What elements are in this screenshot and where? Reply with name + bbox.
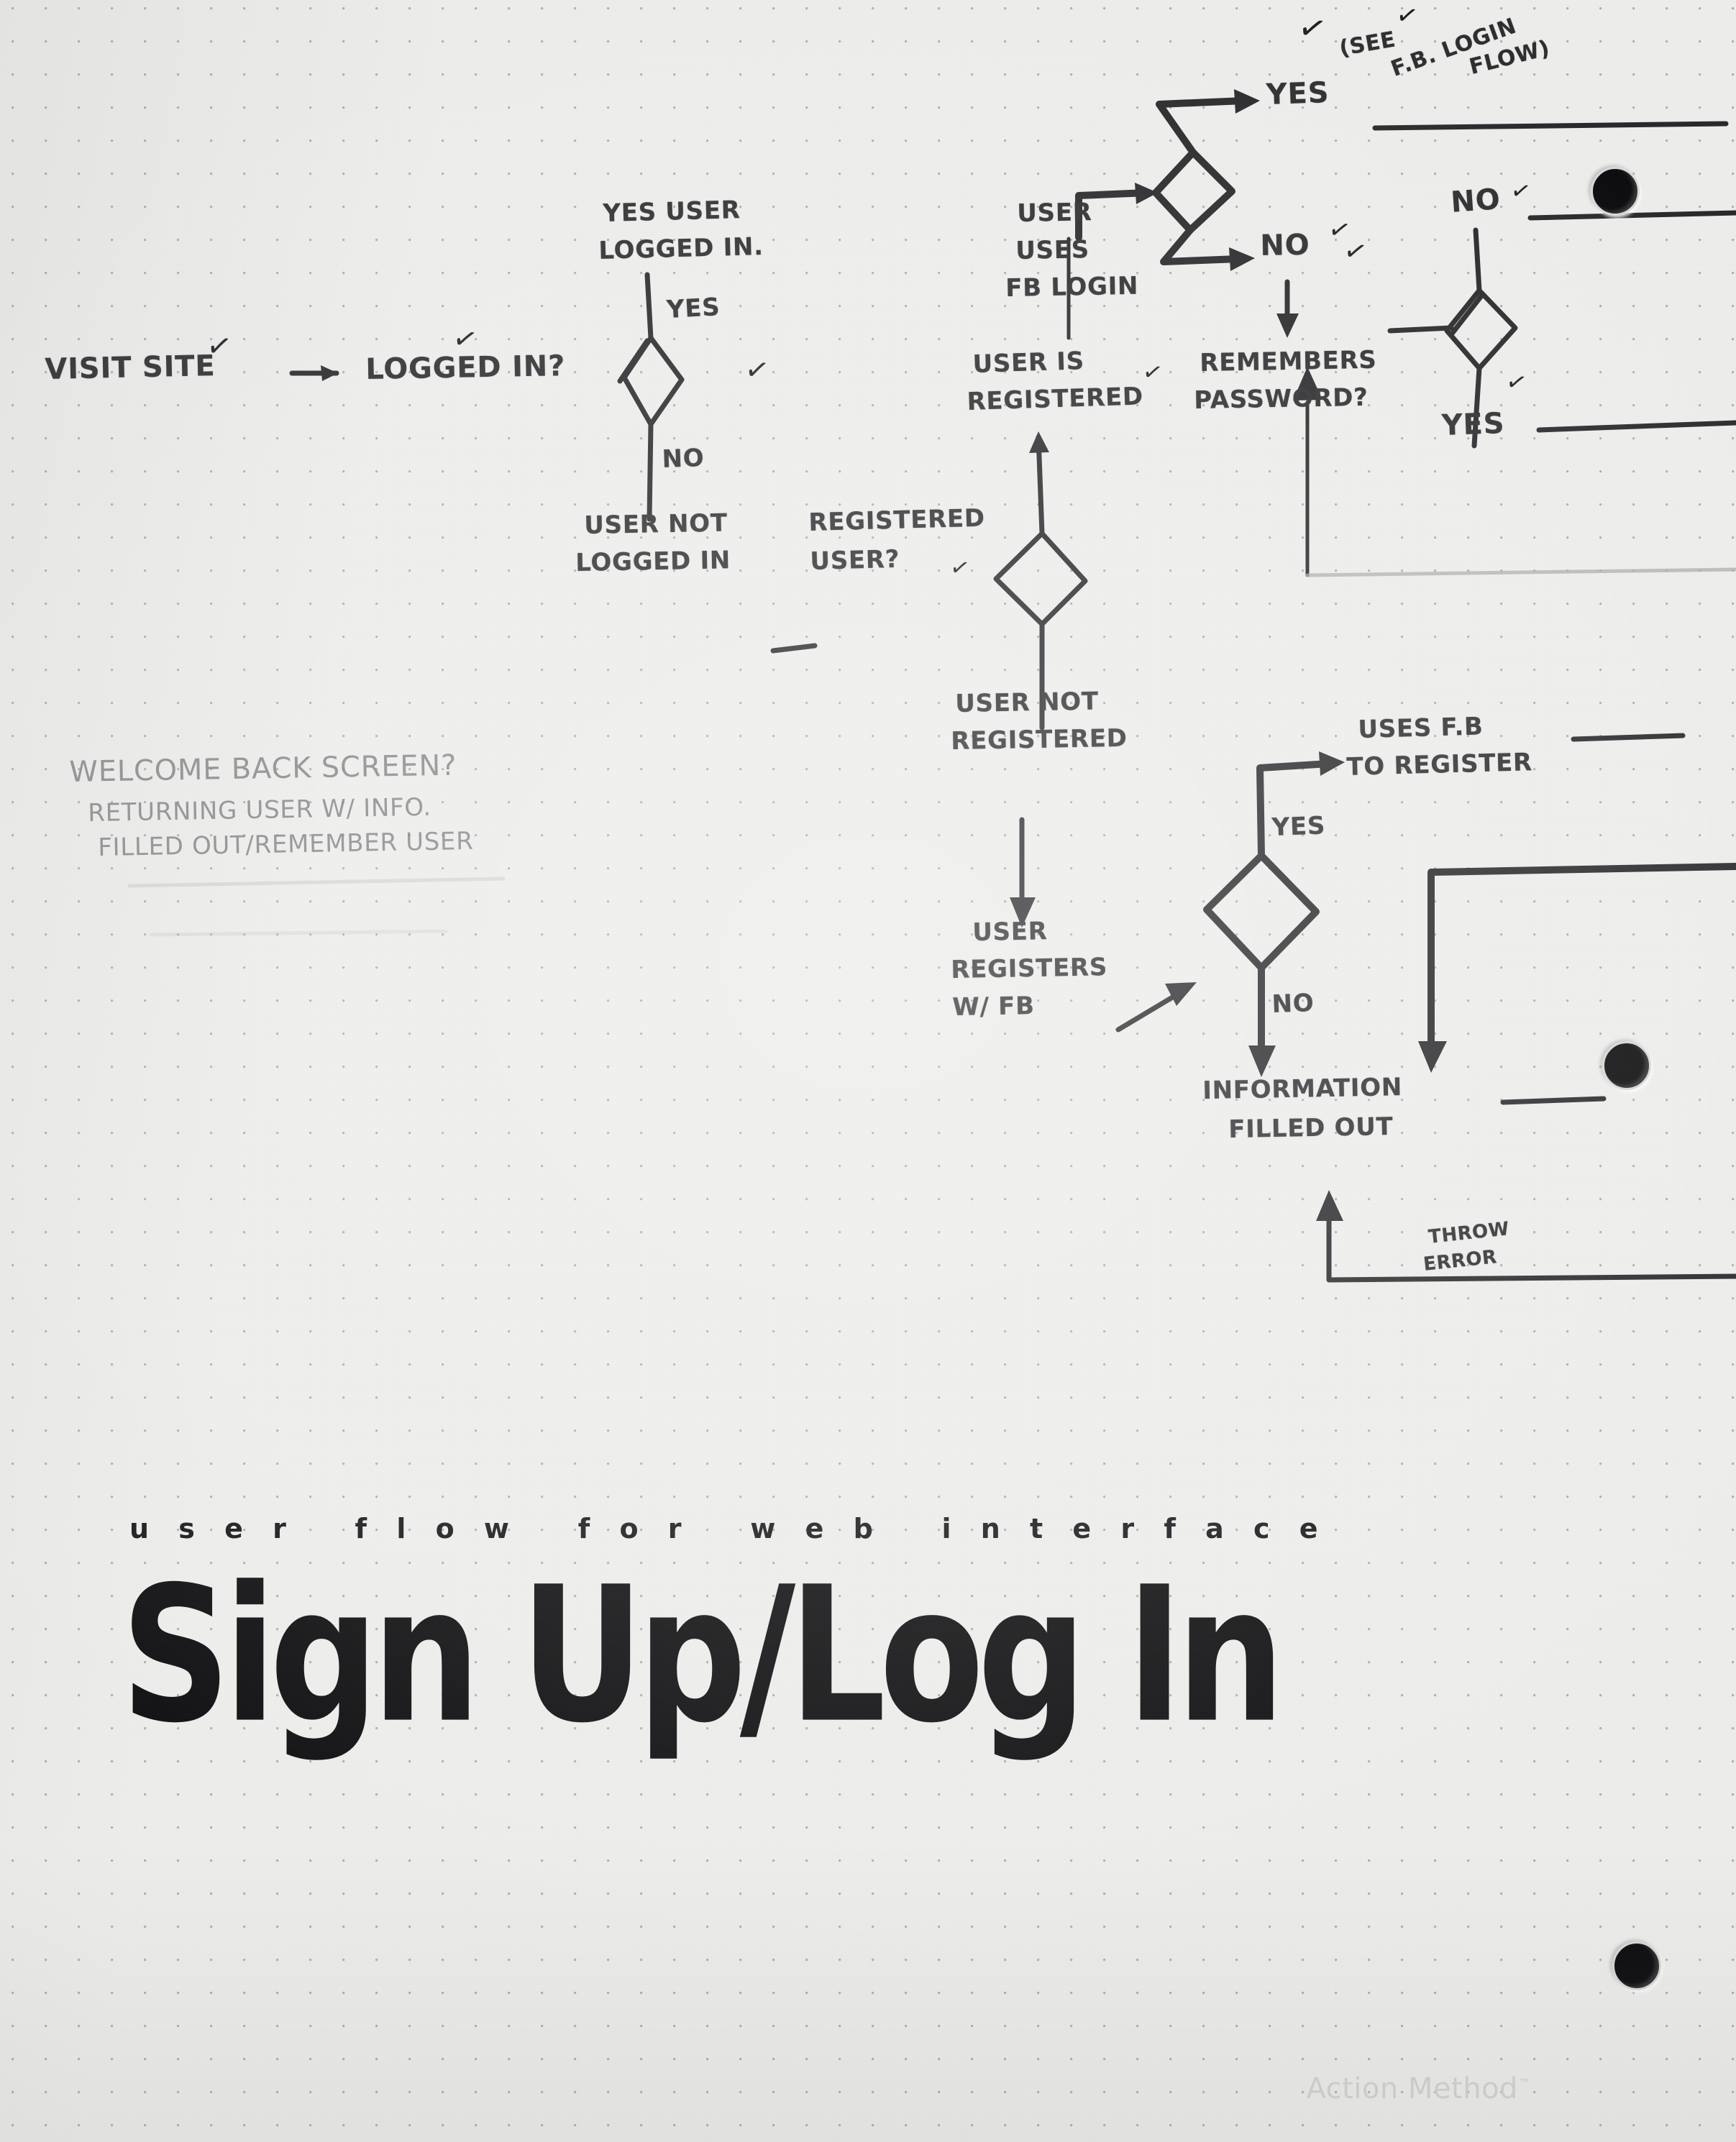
- label-branch-no-logged-in: NO: [661, 443, 705, 474]
- label-branch-no-fb-login: NO: [1259, 228, 1310, 262]
- label-user-uses-fb-line3: FB LOGIN: [1005, 271, 1139, 303]
- label-registered-user-line1: REGISTERED: [808, 503, 986, 537]
- label-user-not-logged-in-line2: LOGGED IN: [575, 546, 731, 577]
- page-title: Sign Up/Log In: [121, 1546, 1285, 1765]
- note-welcome-back-line1: WELCOME BACK SCREEN?: [68, 749, 457, 789]
- label-information-filled-line2: FILLED OUT: [1228, 1112, 1394, 1144]
- label-visit-site: VISIT SITE: [44, 349, 216, 386]
- label-user-uses-fb-line2: USES: [1015, 235, 1090, 265]
- label-uses-fb-register-line2: TO REGISTER: [1346, 748, 1533, 782]
- label-user-not-registered-line2: REGISTERED: [950, 723, 1128, 756]
- label-branch-no-register-fb: NO: [1271, 988, 1315, 1019]
- label-remembers-password-line2: PASSWORD?: [1193, 383, 1369, 415]
- label-branch-yes-logged-in: YES: [665, 293, 721, 324]
- label-user-is-registered-line2: REGISTERED: [966, 382, 1144, 416]
- label-remembers-password-line1: REMEMBERS: [1199, 345, 1377, 377]
- label-user-registers-fb-line2: REGISTERS: [950, 953, 1108, 984]
- hole-punch-bottom: [1612, 1941, 1661, 1990]
- label-user-not-registered-line1: USER NOT: [954, 687, 1099, 718]
- label-yes-user-line2: LOGGED IN.: [598, 232, 764, 265]
- note-welcome-back-line3: FILLED OUT/REMEMBER USER: [97, 826, 474, 862]
- check-mark-logged-in-diamond: ✓: [742, 352, 772, 389]
- label-user-registers-fb-line3: W/ FB: [951, 992, 1035, 1022]
- label-branch-yes-register-fb: YES: [1271, 811, 1326, 842]
- watermark-brand: Action Method: [1306, 2072, 1518, 2105]
- label-user-uses-fb-line1: USER: [1016, 198, 1092, 228]
- flow-subtitle: u s e r f l o w f o r w e b i n t e r f …: [129, 1513, 1328, 1544]
- label-uses-fb-register-line1: USES F.B: [1357, 712, 1484, 744]
- label-registered-user-line2: USER?: [809, 544, 900, 576]
- label-branch-yes-remembers-password: YES: [1440, 406, 1506, 442]
- hole-punch-middle: [1602, 1041, 1651, 1090]
- note-welcome-back-line2: RETURNING USER W/ INFO.: [87, 792, 432, 828]
- label-information-filled-line1: INFORMATION: [1202, 1073, 1403, 1105]
- label-user-not-logged-in-line1: USER NOT: [583, 508, 728, 540]
- label-yes-user-line1: YES USER: [602, 195, 741, 228]
- dot-grid-paper: [0, 0, 1736, 2142]
- label-user-is-registered-line1: USER IS: [972, 347, 1085, 379]
- action-method-watermark: Action Method™: [1287, 2039, 1530, 2105]
- label-branch-no-remembers-password: NO: [1449, 183, 1502, 219]
- label-branch-yes-fb-login: YES: [1265, 75, 1330, 111]
- hole-punch-top: [1591, 167, 1640, 216]
- label-user-registers-fb-line1: USER: [972, 917, 1048, 947]
- watermark-tm: ™: [1517, 2077, 1531, 2092]
